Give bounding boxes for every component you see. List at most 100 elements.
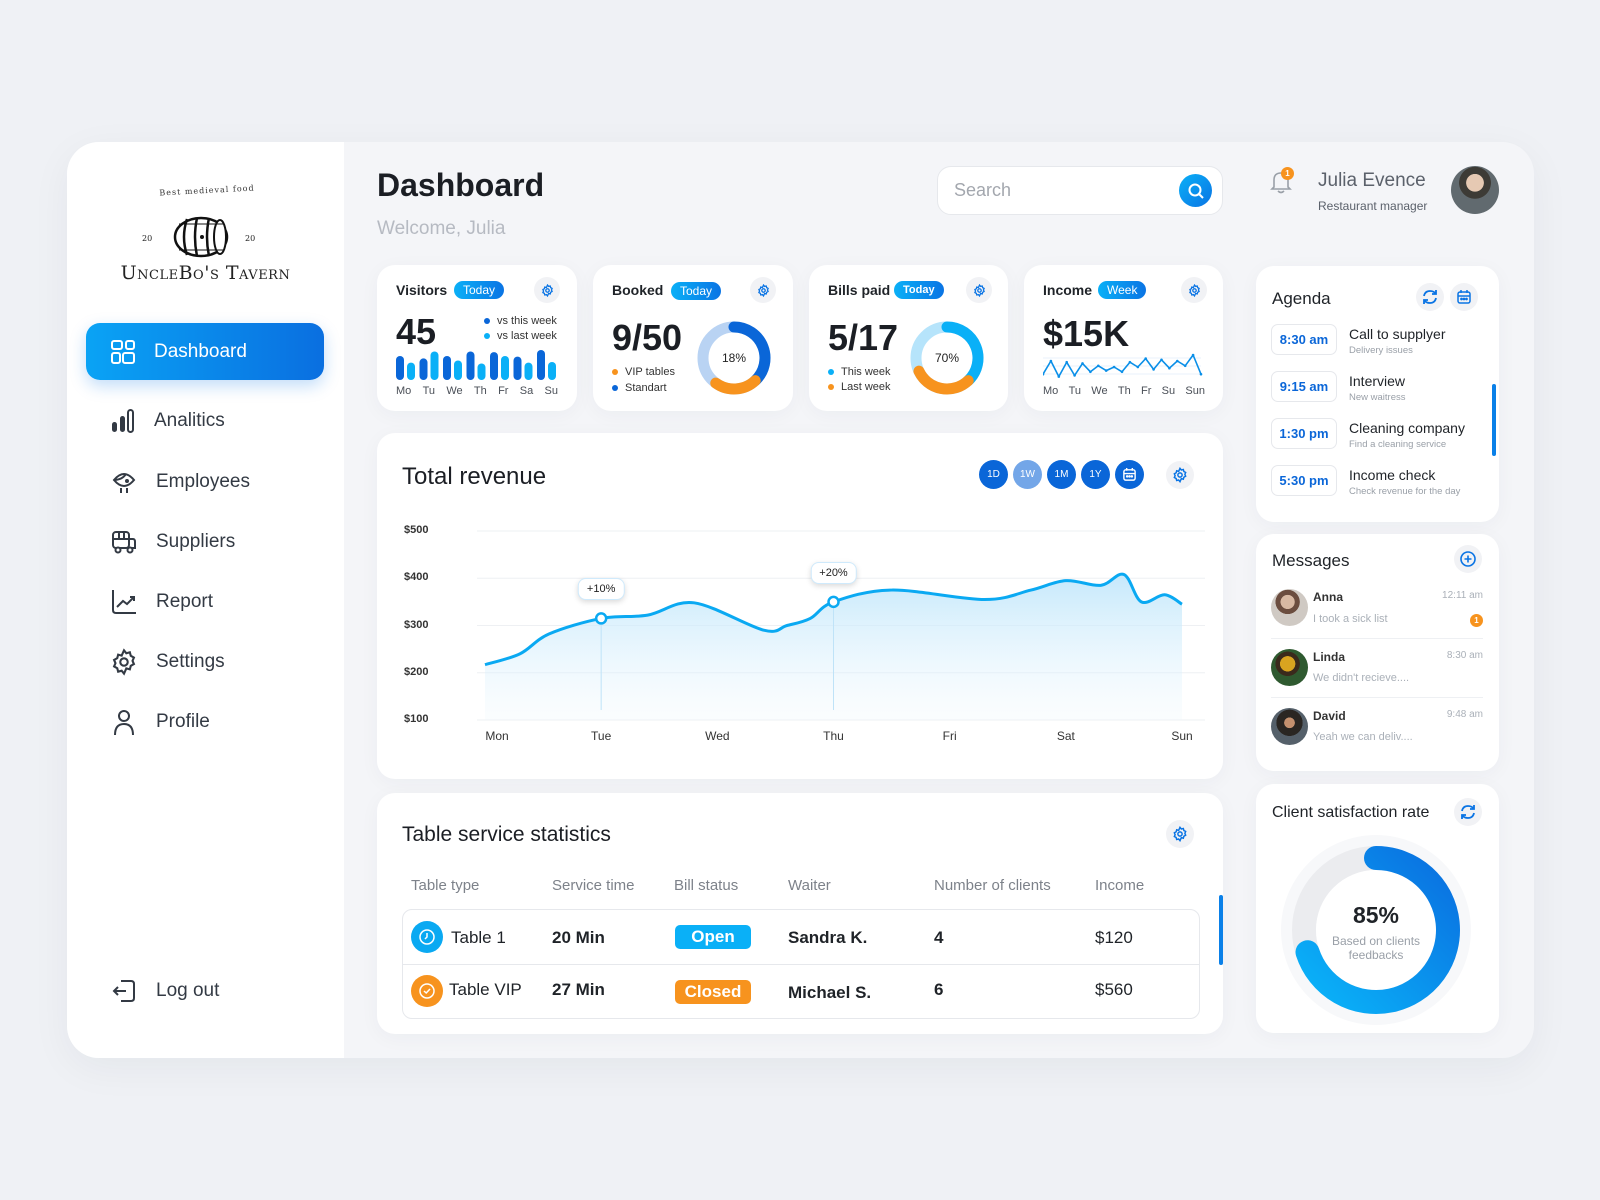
column-header[interactable]: Waiter bbox=[788, 877, 831, 894]
sidebar-item-report[interactable]: Report bbox=[110, 587, 213, 617]
chick-icon bbox=[112, 473, 136, 493]
legend-label: vs this week bbox=[497, 315, 557, 327]
day-label: Tu bbox=[422, 385, 436, 397]
sidebar-item-suppliers[interactable]: Suppliers bbox=[110, 527, 235, 557]
income-point bbox=[1057, 375, 1061, 378]
annotation-point[interactable] bbox=[827, 595, 840, 609]
sidebar-item-analitics[interactable]: Analitics bbox=[110, 406, 225, 436]
column-header[interactable]: Table type bbox=[411, 877, 479, 894]
bills-card: Bills paid Today 5/17 This week Last wee… bbox=[809, 265, 1008, 411]
income-point bbox=[1144, 357, 1147, 360]
satisfaction-refresh-button[interactable] bbox=[1454, 798, 1482, 826]
x-tick-label: Thu bbox=[823, 729, 844, 743]
day-label: Mo bbox=[1043, 385, 1059, 397]
cell-clients: 6 bbox=[934, 980, 944, 999]
income-point bbox=[1191, 353, 1195, 357]
agenda-time: 9:15 am bbox=[1271, 371, 1337, 402]
legend-standart: Standart bbox=[612, 382, 667, 394]
agenda-time: 5:30 pm bbox=[1271, 465, 1337, 496]
income-point bbox=[1065, 360, 1068, 364]
visitors-settings-button[interactable] bbox=[534, 277, 560, 303]
legend-this-week: This week bbox=[828, 366, 891, 378]
bills-period-pill[interactable]: Today bbox=[894, 281, 944, 299]
sidebar-item-dashboard[interactable]: Dashboard bbox=[86, 323, 324, 380]
column-header[interactable]: Number of clients bbox=[934, 877, 1051, 894]
gear-icon bbox=[1188, 283, 1200, 297]
income-point bbox=[1128, 360, 1132, 364]
cell-income: $120 bbox=[1095, 928, 1133, 947]
x-tick-label: Sat bbox=[1056, 729, 1075, 743]
table-row[interactable]: Table VIP 27 Min Closed Michael S. 6 $56… bbox=[403, 965, 1199, 1019]
agenda-item-subtitle: New waitress bbox=[1349, 392, 1406, 403]
table-scrollbar[interactable] bbox=[1219, 895, 1223, 965]
x-tick-label: Sun bbox=[1171, 729, 1193, 743]
search-button[interactable] bbox=[1179, 174, 1212, 207]
booked-period-pill[interactable]: Today bbox=[671, 282, 722, 300]
table-settings-button[interactable] bbox=[1166, 820, 1194, 848]
dashboard-icon bbox=[111, 339, 135, 364]
agenda-card: Agenda 8:30 am Call to supplyer Delivery… bbox=[1256, 266, 1499, 522]
booked-settings-button[interactable] bbox=[750, 277, 776, 303]
legend-vip: VIP tables bbox=[612, 366, 675, 378]
logout-icon bbox=[112, 980, 135, 1002]
refresh-icon bbox=[1423, 290, 1437, 304]
legend-dot bbox=[612, 385, 618, 391]
bar-this-week bbox=[513, 356, 522, 380]
bar-last-week bbox=[548, 362, 556, 380]
x-tick-label: Fri bbox=[942, 729, 957, 743]
visitors-day-labels: Mo Tu We Th Fr Sa Su bbox=[396, 385, 558, 397]
bills-settings-button[interactable] bbox=[966, 277, 992, 303]
bills-percent: 70% bbox=[934, 351, 960, 365]
day-label: Sa bbox=[519, 385, 534, 397]
bar-this-week bbox=[396, 356, 404, 380]
column-header[interactable]: Income bbox=[1095, 877, 1144, 894]
brand-year-left: 20 bbox=[142, 234, 153, 243]
income-title: Income bbox=[1043, 282, 1093, 298]
agenda-scrollbar[interactable] bbox=[1492, 384, 1496, 456]
search-placeholder: Search bbox=[954, 180, 1012, 200]
visitors-bar-chart bbox=[396, 350, 556, 380]
day-label: We bbox=[1091, 385, 1108, 397]
visitors-title: Visitors bbox=[396, 282, 448, 298]
sidebar-item-settings[interactable]: Settings bbox=[110, 647, 225, 677]
income-point bbox=[1081, 362, 1084, 365]
booked-card: Booked Today 9/50 VIP tables Standart 18… bbox=[593, 265, 793, 411]
annotation-point[interactable] bbox=[594, 612, 608, 625]
bar-this-week bbox=[490, 352, 498, 380]
cell-waiter: Sandra K. bbox=[788, 928, 868, 947]
message-preview: Yeah we can deliv.... bbox=[1313, 731, 1413, 743]
logout-button[interactable]: Log out bbox=[110, 976, 219, 1006]
table-type-icon bbox=[411, 975, 443, 1007]
income-period-pill[interactable]: Week bbox=[1098, 281, 1147, 299]
income-point bbox=[1097, 364, 1100, 368]
notifications-button[interactable]: 1 bbox=[1270, 167, 1294, 199]
column-header[interactable]: Service time bbox=[552, 877, 635, 894]
user-name: Julia Evence bbox=[1318, 170, 1426, 191]
user-avatar[interactable] bbox=[1451, 166, 1499, 214]
legend-dot bbox=[484, 333, 490, 339]
sidebar-item-employees[interactable]: Employees bbox=[110, 467, 250, 497]
message-divider bbox=[1271, 638, 1483, 639]
status-badge: Open bbox=[675, 925, 751, 949]
new-message-button[interactable] bbox=[1454, 545, 1482, 573]
agenda-refresh-button[interactable] bbox=[1416, 283, 1444, 311]
income-settings-button[interactable] bbox=[1181, 277, 1207, 303]
column-header[interactable]: Bill status bbox=[674, 877, 738, 894]
x-tick-label: Mon bbox=[485, 729, 509, 743]
message-time: 9:48 am bbox=[1446, 709, 1483, 720]
bills-title: Bills paid bbox=[828, 282, 891, 298]
donut-segment-vip bbox=[710, 375, 761, 395]
sidebar-item-profile[interactable]: Profile bbox=[110, 707, 210, 737]
search-input[interactable]: Search bbox=[937, 166, 1223, 215]
table-row[interactable]: Table 1 20 Min Open Sandra K. 4 $120 bbox=[403, 910, 1199, 964]
visitors-period-pill[interactable]: Today bbox=[454, 281, 505, 299]
legend-label: VIP tables bbox=[625, 366, 675, 378]
agenda-calendar-button[interactable] bbox=[1450, 283, 1478, 311]
income-point bbox=[1089, 370, 1092, 374]
booked-value: 9/50 bbox=[612, 317, 683, 358]
visitors-value: 45 bbox=[396, 311, 437, 352]
agenda-time: 8:30 am bbox=[1271, 324, 1337, 355]
legend-dot bbox=[612, 369, 618, 375]
agenda-item-title: Income check bbox=[1349, 467, 1436, 483]
cell-clients: 4 bbox=[934, 928, 944, 947]
